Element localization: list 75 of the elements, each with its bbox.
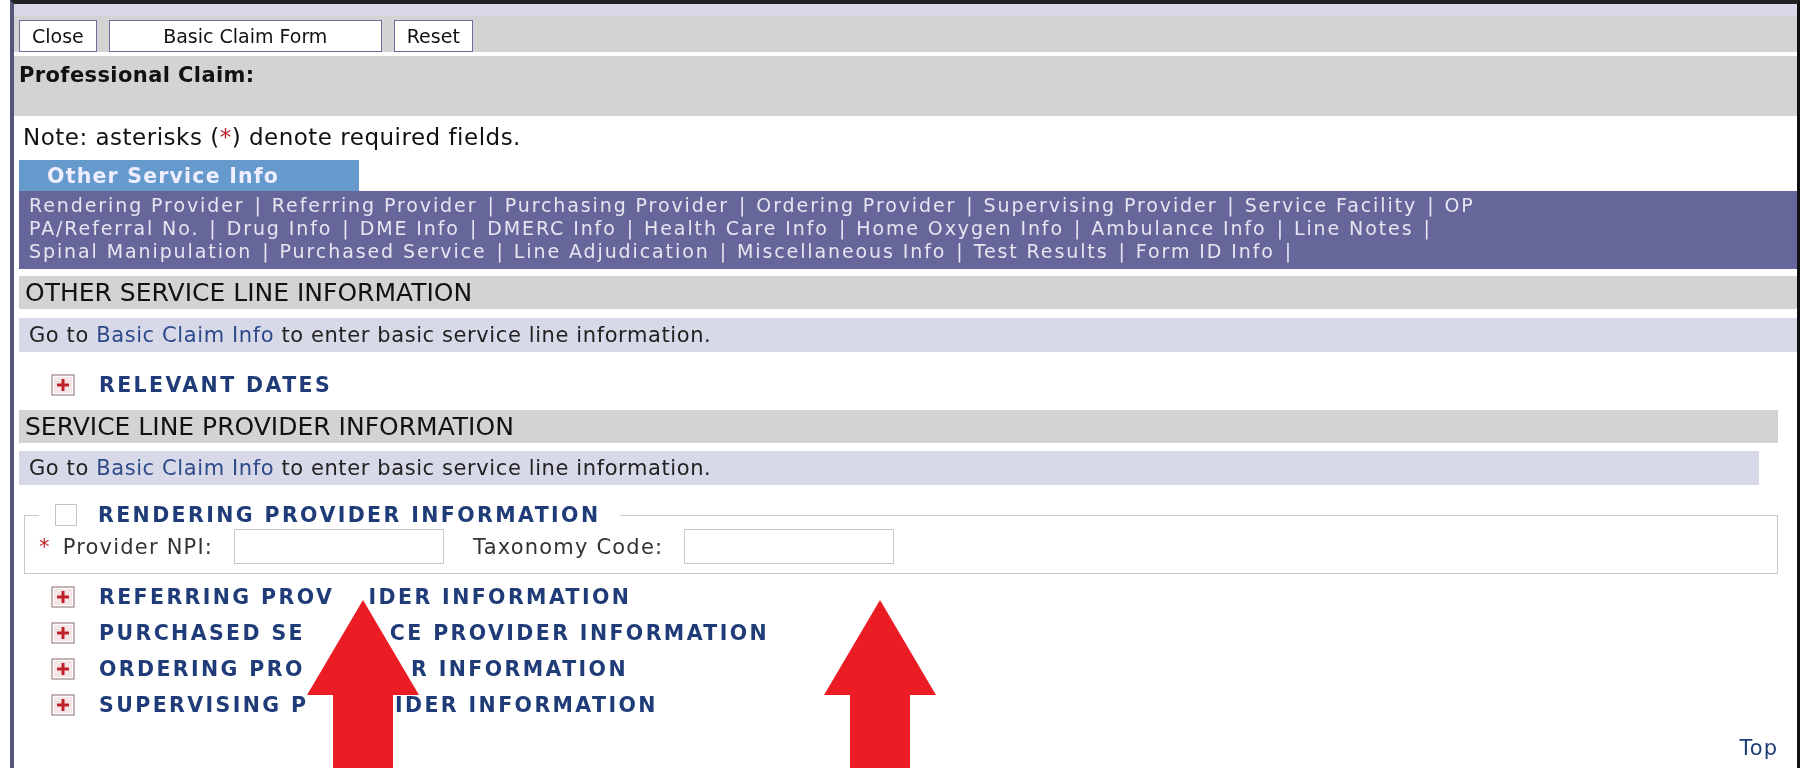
nav-link[interactable]: Line Notes	[1293, 217, 1414, 239]
link-separator: |	[956, 240, 965, 262]
nav-link[interactable]: Purchased Service	[279, 240, 487, 262]
nav-link[interactable]: Drug Info	[226, 217, 333, 239]
nav-link[interactable]: Miscellaneous Info	[736, 240, 947, 262]
info-text: Go to Basic Claim Info to enter basic service line information.	[29, 323, 712, 347]
link-separator: |	[469, 217, 479, 239]
field-label: Provider NPI:	[62, 534, 214, 559]
toggle-label[interactable]: SUPERVISING P	[99, 692, 309, 718]
link-separator: |	[254, 194, 263, 216]
plus-icon[interactable]	[51, 658, 78, 680]
link-separator: |	[496, 240, 505, 262]
link-separator: |	[626, 217, 636, 239]
toggle-label[interactable]: IDER INFORMATION	[395, 692, 658, 718]
note-text: Note: asterisks (*) denote required fields.	[22, 123, 522, 152]
info-text: Go to Basic Claim Info to enter basic service line information.	[29, 456, 712, 480]
nav-link[interactable]: OP	[1444, 194, 1475, 216]
nav-link[interactable]: Health Care Info	[644, 217, 829, 239]
nav-link[interactable]: Supervising Provider	[983, 194, 1218, 216]
nav-link[interactable]: Line Adjudication	[513, 240, 710, 262]
input-field[interactable]	[234, 529, 445, 564]
link-separator: |	[966, 194, 975, 216]
section-heading: OTHER SERVICE LINE INFORMATION	[19, 276, 1797, 309]
toggle-label[interactable]: PURCHASED SE	[99, 620, 305, 646]
nav-link[interactable]: Purchasing Provider	[504, 194, 730, 216]
link-separator: |	[1427, 194, 1436, 216]
toolbar-button[interactable]: Basic Claim Form	[108, 20, 382, 52]
nav-link[interactable]: Service Facility	[1244, 194, 1418, 216]
link-separator: |	[1276, 217, 1285, 239]
toggle-label[interactable]: REFERRING PROV	[99, 584, 335, 610]
plus-icon[interactable]	[51, 374, 78, 396]
nav-link[interactable]: Rendering Provider	[29, 194, 245, 216]
section-heading: SERVICE LINE PROVIDER INFORMATION	[19, 410, 1778, 443]
nav-link[interactable]: DMERC Info	[487, 217, 617, 239]
fieldset-title: RENDERING PROVIDER INFORMATION	[98, 502, 601, 528]
input-field[interactable]	[684, 529, 895, 564]
required-mark: *	[39, 534, 51, 559]
field-label: Taxonomy Code:	[473, 534, 664, 559]
nav-link[interactable]: Home Oxygen Info	[856, 217, 1064, 239]
link-separator: |	[838, 217, 848, 239]
nav-link[interactable]: Spinal Manipulation	[29, 240, 253, 262]
info-link[interactable]: Basic Claim Info	[96, 323, 275, 347]
toggle-label[interactable]: R INFORMATION	[410, 656, 628, 682]
nav-link[interactable]: Test Results	[973, 240, 1109, 262]
page-title: Professional Claim:	[14, 56, 1797, 116]
top-link[interactable]: Top	[1739, 736, 1778, 760]
link-separator: |	[1074, 217, 1083, 239]
link-separator: |	[1284, 240, 1294, 262]
plus-icon[interactable]	[51, 622, 78, 644]
link-separator: |	[719, 240, 728, 262]
nav-link[interactable]: Referring Provider	[271, 194, 478, 216]
link-separator: |	[487, 194, 496, 216]
toggle-label[interactable]: RELEVANT DATES	[99, 372, 333, 398]
nav-link[interactable]: PA/Referral No.	[29, 217, 200, 239]
link-separator: |	[739, 194, 748, 216]
plus-icon[interactable]	[51, 586, 78, 608]
link-separator: |	[1118, 240, 1127, 262]
link-separator: |	[1227, 194, 1236, 216]
link-separator: |	[1423, 217, 1432, 239]
nav-link[interactable]: Ambulance Info	[1091, 217, 1267, 239]
link-separator: |	[342, 217, 351, 239]
nav-link[interactable]: Ordering Provider	[756, 194, 957, 216]
nav-link[interactable]: Form ID Info	[1135, 240, 1275, 262]
toolbar-button[interactable]: Reset	[393, 20, 473, 52]
tab[interactable]: Other Service Info	[19, 160, 359, 191]
toggle-label[interactable]: ORDERING PRO	[99, 656, 305, 682]
toolbar-button[interactable]: Close	[19, 20, 97, 52]
checkbox[interactable]	[55, 504, 77, 526]
info-link[interactable]: Basic Claim Info	[96, 456, 275, 480]
plus-icon[interactable]	[51, 694, 78, 716]
toggle-label[interactable]: IDER INFORMATION	[368, 584, 632, 610]
toggle-label[interactable]: CE PROVIDER INFORMATION	[389, 620, 770, 646]
nav-link[interactable]: DME Info	[359, 217, 460, 239]
link-separator: |	[209, 217, 218, 239]
link-separator: |	[262, 240, 271, 262]
